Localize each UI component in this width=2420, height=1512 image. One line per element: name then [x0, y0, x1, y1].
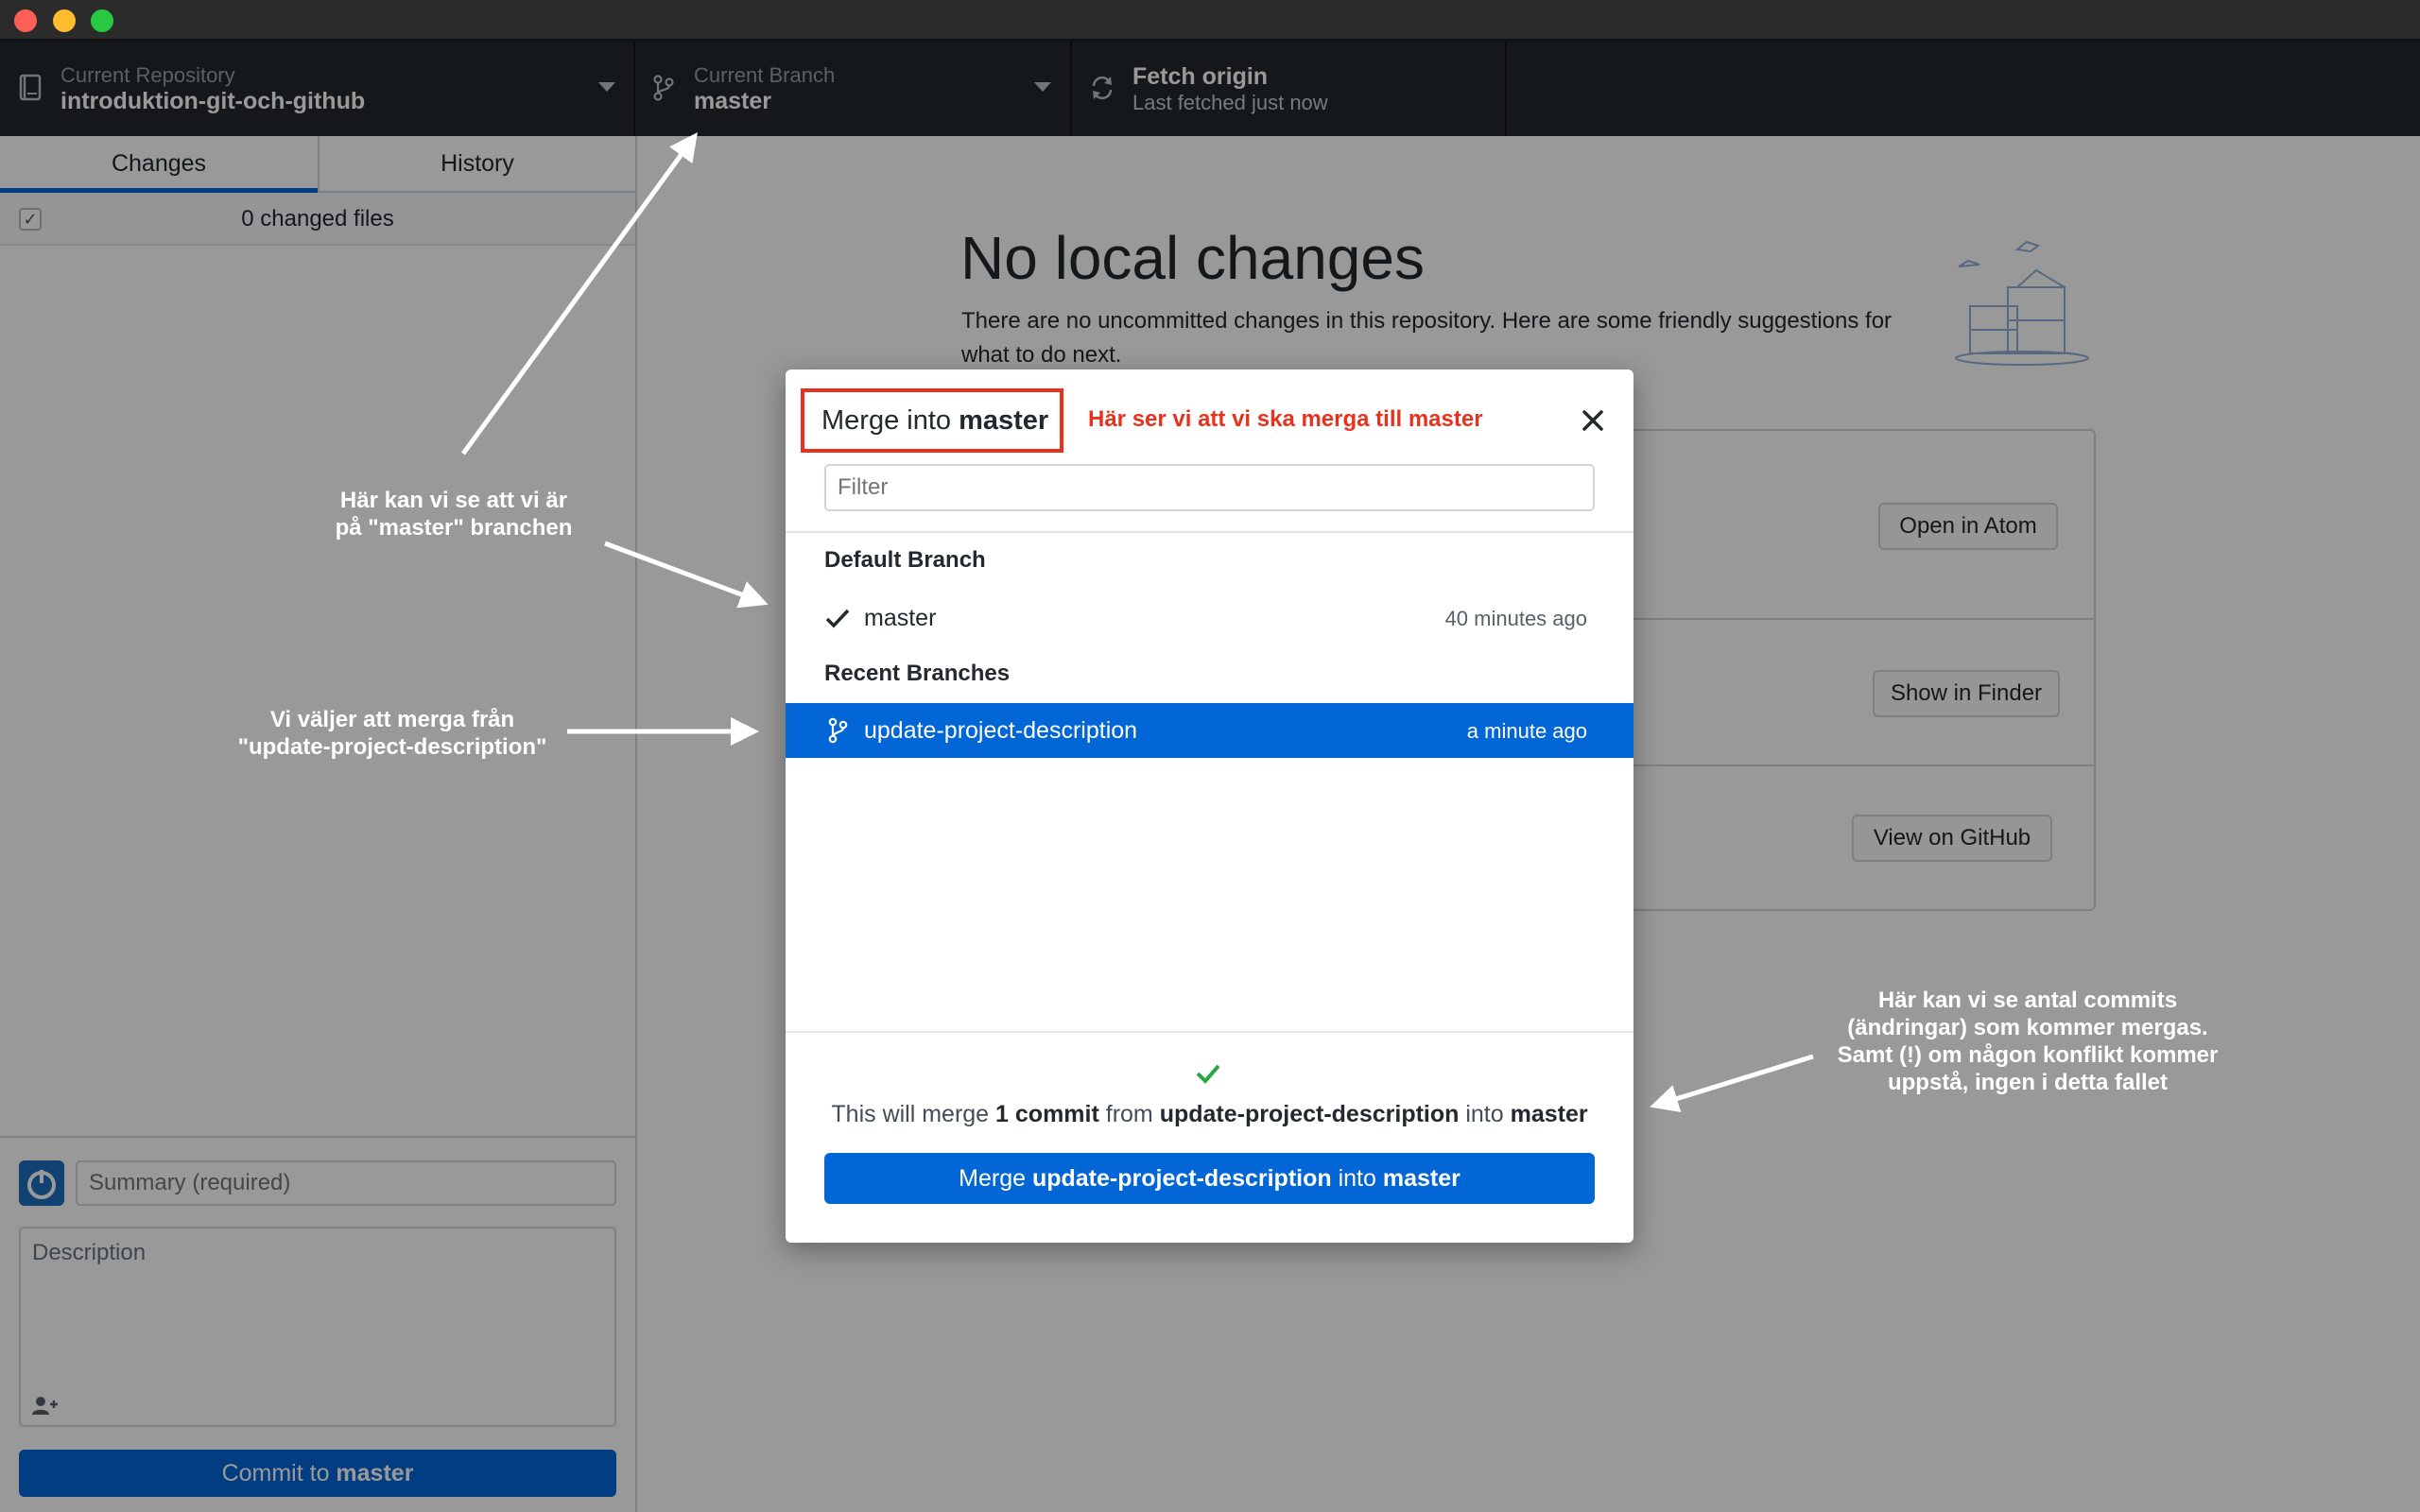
arrow-to-merge-summary	[1650, 1054, 1814, 1112]
arrow-to-master-row	[604, 541, 769, 609]
arrow-to-branch-selector	[460, 131, 698, 455]
annotation-arrows	[460, 131, 1814, 1112]
